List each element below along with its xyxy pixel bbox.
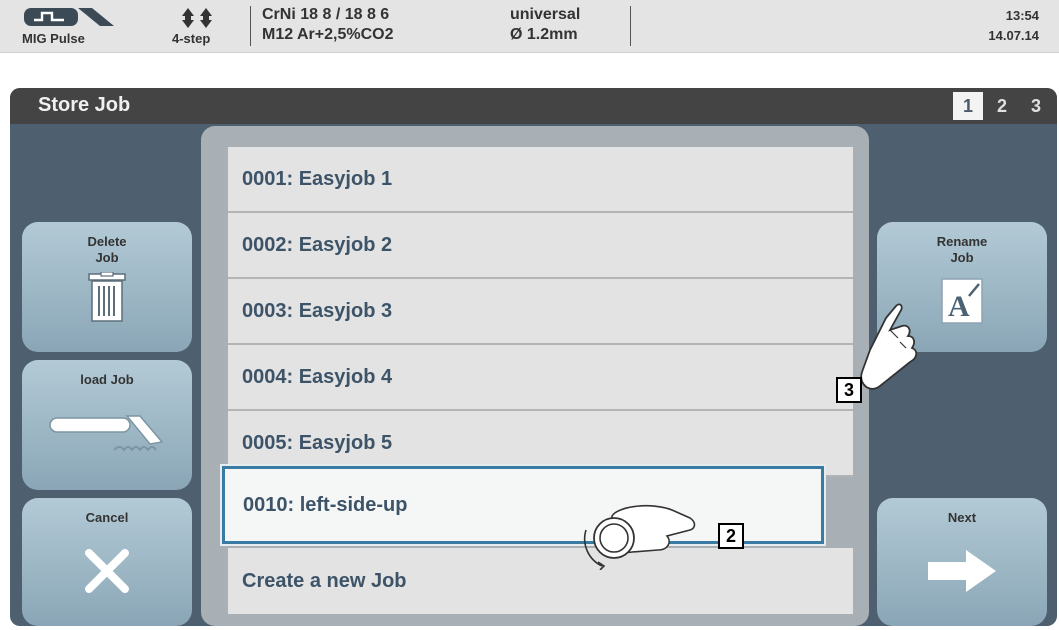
- four-step-arrows-icon: [182, 8, 212, 28]
- title-bar: [10, 88, 1057, 124]
- svg-text:A: A: [948, 290, 970, 323]
- create-new-job-item[interactable]: Create a new Job: [228, 548, 853, 614]
- job-list: 0001: Easyjob 1 0002: Easyjob 2 0003: Ea…: [228, 147, 853, 477]
- divider: [630, 6, 631, 46]
- torch-icon: [49, 415, 164, 452]
- job-list-item[interactable]: 0002: Easyjob 2: [228, 213, 853, 279]
- cancel-button[interactable]: Cancel: [22, 498, 192, 626]
- mig-pulse-torch-icon: [24, 8, 114, 26]
- wire-diameter: Ø 1.2mm: [510, 26, 578, 43]
- process-mode-label: MIG Pulse: [22, 31, 85, 46]
- callout-3: 3: [836, 377, 862, 403]
- material-line-1: CrNi 18 8 / 18 8 6: [262, 6, 390, 23]
- trigger-mode-label: 4-step: [172, 31, 211, 46]
- trash-icon: [88, 271, 126, 322]
- callout-2: 2: [718, 523, 744, 549]
- rename-job-label: Rename Job: [936, 234, 988, 265]
- wire-type: universal: [510, 6, 581, 23]
- job-list-item[interactable]: 0001: Easyjob 1: [228, 147, 853, 213]
- clock-date: 14.07.14: [988, 28, 1039, 43]
- next-button[interactable]: Next: [877, 498, 1047, 626]
- pointing-hand-icon: [860, 303, 918, 390]
- status-bar: MIG Pulse 4-step CrNi 18 8 / 18 8 6 M12 …: [0, 0, 1059, 53]
- page-tab-1[interactable]: 1: [953, 92, 983, 120]
- load-job-button[interactable]: load Job: [22, 360, 192, 490]
- page-indicator: 1 2 3: [953, 92, 1051, 120]
- delete-job-label: Delete Job: [87, 234, 127, 265]
- cancel-label: Cancel: [85, 510, 129, 525]
- dial-hand-icon: [583, 504, 696, 570]
- page-title: Store Job: [38, 94, 131, 116]
- job-list-item[interactable]: 0003: Easyjob 3: [228, 279, 853, 345]
- x-icon: [85, 549, 129, 593]
- page-tab-3[interactable]: 3: [1021, 92, 1051, 120]
- arrow-right-icon: [928, 550, 996, 592]
- delete-job-button[interactable]: Delete Job: [22, 222, 192, 352]
- next-label: Next: [947, 510, 977, 525]
- page-tab-2[interactable]: 2: [987, 92, 1017, 120]
- load-job-label: load Job: [80, 372, 134, 387]
- clock-time: 13:54: [1005, 8, 1039, 23]
- material-line-2: M12 Ar+2,5%CO2: [262, 26, 394, 43]
- job-list-item[interactable]: 0004: Easyjob 4: [228, 345, 853, 411]
- divider: [250, 6, 251, 46]
